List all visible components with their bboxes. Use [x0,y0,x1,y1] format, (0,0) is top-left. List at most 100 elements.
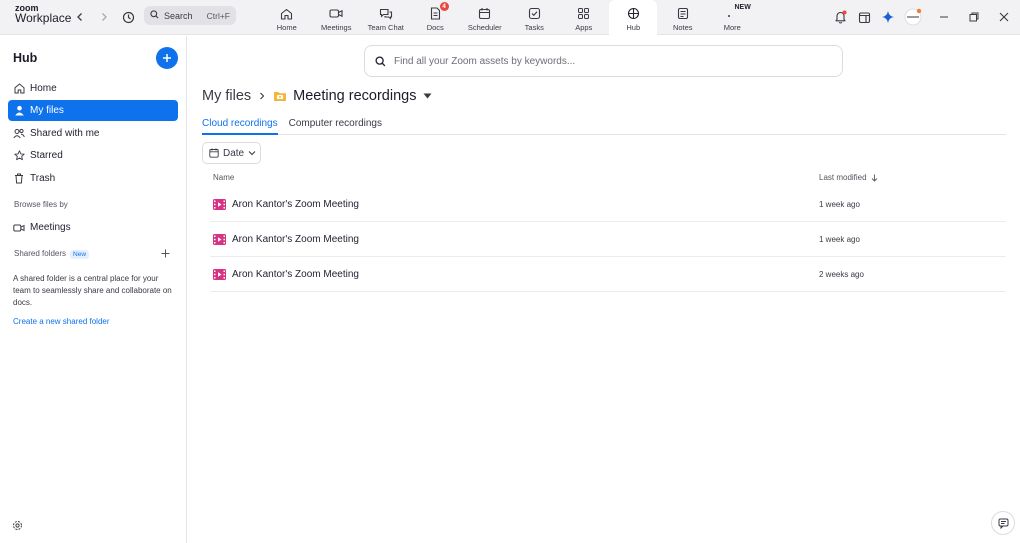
feedback-chat-button[interactable] [991,511,1015,535]
sort-down-arrow-icon [871,174,878,182]
sidebar-item-my-files[interactable]: My files [8,100,178,121]
column-header-last-modified[interactable]: Last modified [819,173,878,182]
video-icon [13,222,25,234]
tab-scheduler-label: Scheduler [467,23,502,32]
title-bar: zoom Workplace Search Ctrl+F Home Meetin… [0,0,1020,35]
sidebar-item-home[interactable]: Home [8,78,178,99]
calendar-panel-icon[interactable] [855,8,873,26]
column-header-name[interactable]: Name [213,173,234,182]
hub-search-input[interactable]: Find all your Zoom assets by keywords... [364,45,843,77]
file-modified: 2 weeks ago [819,269,864,279]
search-shortcut: Ctrl+F [206,10,230,21]
date-filter-label: Date [223,147,245,159]
notifications-bell-icon[interactable] [831,8,849,26]
search-label: Search [164,10,193,21]
table-row[interactable]: Aron Kantor's Zoom Meeting 2 weeks ago [210,257,1006,292]
main-nav-tabs: Home Meetings Team Chat Docs 4 Scheduler… [262,0,757,35]
sidebar-item-label: Trash [30,173,56,184]
file-name: Aron Kantor's Zoom Meeting [232,233,359,245]
tab-meetings-label: Meetings [321,23,352,32]
settings-gear-icon[interactable] [11,519,23,531]
tab-notes[interactable]: Notes [658,0,708,35]
date-filter-dropdown[interactable]: Date [202,142,261,164]
star-icon [13,150,25,162]
breadcrumb: My files Meeting recordings [202,87,432,105]
tab-docs[interactable]: Docs 4 [411,0,461,35]
global-search[interactable]: Search Ctrl+F [144,6,236,25]
caret-down-icon[interactable] [423,93,432,99]
chevron-right-icon [259,92,265,100]
sidebar-item-label: Meetings [30,222,71,233]
ai-companion-icon[interactable] [879,8,897,26]
table-row[interactable]: Aron Kantor's Zoom Meeting 1 week ago [210,187,1006,222]
breadcrumb-my-files[interactable]: My files [202,88,251,104]
tasks-icon [527,7,541,20]
tab-apps-label: Apps [575,23,593,32]
new-badge: New [70,250,90,259]
sidebar-item-trash[interactable]: Trash [8,168,178,189]
notes-icon [676,7,690,20]
chat-bubble-icon [998,518,1008,529]
shared-folders-label: Shared folders New [14,249,90,259]
history-icon[interactable] [119,8,137,26]
tab-home[interactable]: Home [262,0,312,35]
column-modified-label: Last modified [819,173,867,182]
close-icon[interactable] [995,8,1013,26]
hub-icon [626,7,640,20]
home-icon [13,83,25,95]
tab-home-label: Home [276,23,297,32]
home-icon [280,7,294,20]
tab-team-chat[interactable]: Team Chat [361,0,411,35]
tab-computer-recordings[interactable]: Computer recordings [289,118,382,135]
forward-icon[interactable] [95,8,113,26]
file-name: Aron Kantor's Zoom Meeting [232,198,359,210]
add-button[interactable] [156,47,178,69]
sidebar-item-shared-with-me[interactable]: Shared with me [8,123,178,144]
add-shared-folder-button[interactable] [159,247,171,259]
create-shared-folder-link[interactable]: Create a new shared folder [13,317,110,326]
trash-icon [13,173,25,185]
recording-file-icon [213,233,226,245]
tab-meetings[interactable]: Meetings [312,0,362,35]
file-modified: 1 week ago [819,234,860,244]
sidebar-item-meetings[interactable]: Meetings [8,217,178,238]
person-icon [13,105,25,117]
apps-icon [577,7,591,20]
table-row[interactable]: Aron Kantor's Zoom Meeting 1 week ago [210,222,1006,257]
video-icon [329,7,343,20]
search-placeholder: Find all your Zoom assets by keywords... [394,55,576,67]
plus-icon [163,54,171,62]
tab-tasks[interactable]: Tasks [510,0,560,35]
sidebar-item-label: Home [30,83,57,94]
chat-icon [379,7,393,20]
sidebar-item-label: Starred [30,150,63,161]
back-icon[interactable] [71,8,89,26]
logo-line-2: Workplace [15,11,72,25]
recording-tabs: Cloud recordings Computer recordings [202,118,1006,135]
avatar[interactable] [903,8,922,26]
column-name-label: Name [213,173,235,182]
tab-scheduler[interactable]: Scheduler [460,0,510,35]
restore-icon[interactable] [965,8,983,26]
sidebar-title: Hub [13,51,38,65]
people-icon [13,128,25,140]
tab-apps[interactable]: Apps [559,0,609,35]
tab-hub[interactable]: Hub [609,0,658,35]
breadcrumb-meeting-recordings[interactable]: Meeting recordings [293,88,416,104]
search-icon [150,10,159,21]
sidebar-item-starred[interactable]: Starred [8,145,178,166]
shared-folders-text: Shared folders [14,249,67,258]
minimize-icon[interactable] [935,8,953,26]
file-modified: 1 week ago [819,199,860,209]
tab-more-label: More [723,23,741,32]
calendar-icon [209,148,219,158]
tab-team-chat-label: Team Chat [367,23,404,32]
file-name: Aron Kantor's Zoom Meeting [232,268,359,280]
zoom-workplace-logo: zoom Workplace [15,4,72,25]
docs-badge: 4 [439,2,449,11]
shared-folder-help-text: A shared folder is a central place for y… [13,274,172,307]
recording-folder-icon [273,90,287,102]
tab-docs-label: Docs [426,23,444,32]
tab-more[interactable]: More NEW [708,0,758,35]
tab-cloud-recordings[interactable]: Cloud recordings [202,118,278,135]
